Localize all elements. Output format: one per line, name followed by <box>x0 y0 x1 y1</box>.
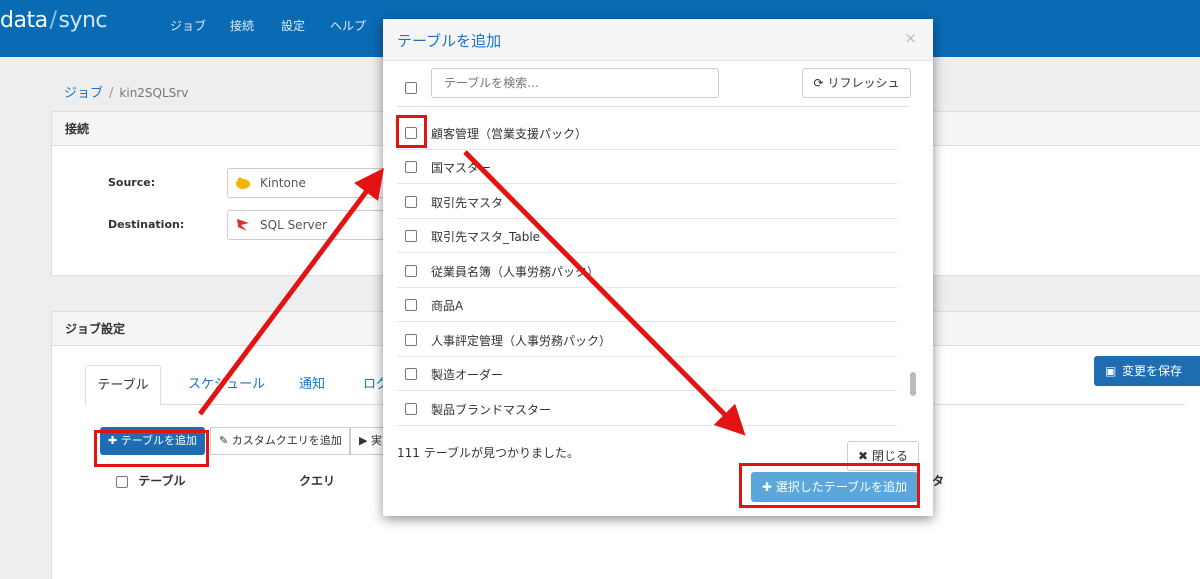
table-checkbox[interactable] <box>405 334 417 346</box>
list-item[interactable]: 取引先マスタ <box>397 185 897 219</box>
logo-text-sync: sync <box>58 8 108 33</box>
table-checkbox[interactable] <box>405 368 417 380</box>
modal-header: テーブルを追加 × <box>383 19 933 61</box>
table-name: 商品A <box>431 299 464 313</box>
nav-settings[interactable]: 設定 <box>281 17 305 34</box>
destination-value: SQL Server <box>260 218 327 232</box>
modal-title: テーブルを追加 <box>397 32 502 50</box>
add-custom-query-label: カスタムクエリを追加 <box>231 434 342 447</box>
save-changes-button[interactable]: ▣ 変更を保存 <box>1094 356 1200 386</box>
datasync-logo[interactable]: data/sync <box>0 8 108 33</box>
table-checkbox[interactable] <box>405 196 417 208</box>
query-column-header: クエリ <box>299 474 336 488</box>
logo-text-data: data <box>0 8 48 33</box>
highlight-add-selected-button <box>739 463 920 508</box>
list-item[interactable]: 商品A <box>397 288 897 322</box>
breadcrumb: ジョブ / kin2SQLSrv <box>64 82 188 101</box>
breadcrumb-current: kin2SQLSrv <box>119 86 189 100</box>
table-search-input[interactable] <box>431 68 719 98</box>
source-value: Kintone <box>260 176 306 190</box>
list-item[interactable]: 人事評定管理（人事労務パック） <box>397 323 897 357</box>
play-icon: ▶ <box>359 434 368 447</box>
close-icon[interactable]: × <box>904 29 917 47</box>
breadcrumb-separator: / <box>109 86 114 101</box>
nav-connections[interactable]: 接続 <box>230 17 254 34</box>
refresh-button[interactable]: ⟳ リフレッシュ <box>802 68 911 98</box>
sql-server-icon <box>237 219 249 231</box>
select-all-checkbox[interactable] <box>116 475 128 488</box>
highlight-add-table-button <box>94 430 209 467</box>
table-checkbox[interactable] <box>405 230 417 242</box>
execute-label: 実 <box>370 434 382 447</box>
refresh-label: リフレッシュ <box>827 76 900 90</box>
table-count-text: 111 テーブルが見つかりました。 <box>397 446 579 460</box>
tab-tables[interactable]: テーブル <box>85 365 161 406</box>
table-name: 国マスター <box>431 161 492 175</box>
destination-label: Destination: <box>108 218 185 231</box>
nav-help[interactable]: ヘルプ <box>330 17 366 34</box>
list-scrollbar[interactable] <box>910 372 916 396</box>
list-item[interactable]: 顧客管理（営業支援パック） <box>397 116 897 150</box>
tab-notifications[interactable]: 通知 <box>299 365 325 405</box>
add-custom-query-button[interactable]: ✎ カスタムクエリを追加 <box>210 427 350 455</box>
breadcrumb-jobs-link[interactable]: ジョブ <box>64 86 103 101</box>
table-name: 製品ブランドマスター <box>431 403 552 417</box>
source-select[interactable]: Kintone <box>227 168 387 198</box>
save-changes-label: 変更を保存 <box>1122 364 1183 378</box>
destination-select[interactable]: SQL Server <box>227 210 387 240</box>
kintone-icon <box>236 177 250 189</box>
table-column-header: テーブル <box>116 472 185 489</box>
select-all-tables-checkbox[interactable] <box>405 82 417 94</box>
list-item[interactable]: 従業員名簿（人事労務パック） <box>397 254 897 288</box>
table-name: 顧客管理（営業支援パック） <box>431 127 588 141</box>
table-checkbox[interactable] <box>405 265 417 277</box>
table-checkbox[interactable] <box>405 299 417 311</box>
highlight-first-checkbox <box>396 115 427 148</box>
logo-separator: / <box>49 8 57 33</box>
table-column-label: テーブル <box>138 474 186 488</box>
table-checkbox[interactable] <box>405 161 417 173</box>
close-label: 閉じる <box>871 449 908 463</box>
table-checkbox[interactable] <box>405 403 417 415</box>
close-x-icon: ✖ <box>858 449 869 463</box>
list-item[interactable]: 製造オーダー <box>397 357 897 391</box>
table-list: 顧客管理（営業支援パック） 国マスター 取引先マスタ 取引先マスタ_Table … <box>397 106 909 428</box>
table-name: 製造オーダー <box>431 368 504 382</box>
table-name: 取引先マスタ_Table <box>431 230 541 244</box>
add-table-modal: テーブルを追加 × ⟳ リフレッシュ 顧客管理（営業支援パック） 国マスター 取… <box>383 19 933 516</box>
table-name: 従業員名簿（人事労務パック） <box>431 265 600 279</box>
table-name: 人事評定管理（人事労務パック） <box>431 334 612 348</box>
table-name: 取引先マスタ <box>431 196 504 210</box>
tab-schedule[interactable]: スケジュール <box>188 365 265 405</box>
partial-column-header: タ <box>932 474 945 488</box>
nav-jobs[interactable]: ジョブ <box>170 17 206 34</box>
save-icon: ▣ <box>1105 364 1117 378</box>
list-item[interactable]: 製品ブランドマスター <box>397 392 897 426</box>
list-item[interactable]: 国マスター <box>397 150 897 184</box>
source-label: Source: <box>108 176 156 189</box>
edit-icon: ✎ <box>219 434 229 447</box>
refresh-icon: ⟳ <box>813 76 824 90</box>
list-item[interactable]: 取引先マスタ_Table <box>397 219 897 253</box>
